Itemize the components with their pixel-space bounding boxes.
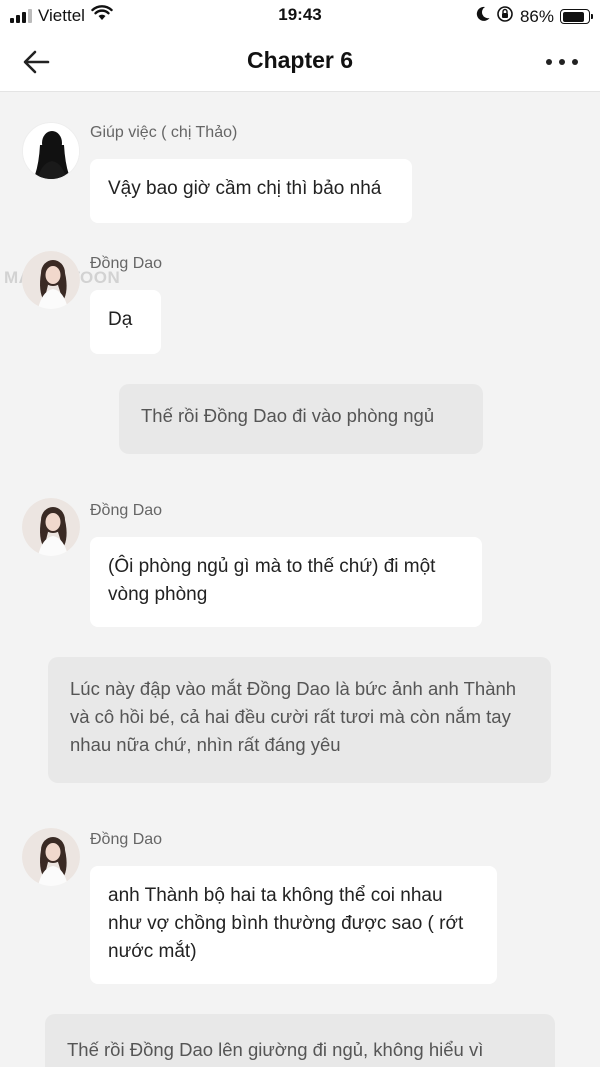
status-bar: Viettel 19:43 86% (0, 0, 600, 32)
dialogue-bubble: anh Thành bộ hai ta không thể coi nhau n… (90, 866, 497, 984)
speaker-name: Đồng Dao (90, 831, 163, 848)
status-right: 86% (476, 5, 593, 28)
nav-bar: Chapter 6 (0, 32, 600, 92)
do-not-disturb-moon-icon (476, 6, 490, 27)
dialogue-bubble: Dạ (90, 290, 161, 354)
avatar-dong-dao[interactable] (22, 251, 80, 309)
avatar-giup-viec[interactable] (22, 122, 80, 180)
page-title: Chapter 6 (246, 47, 354, 73)
dialogue-bubble: (Ôi phòng ngủ gì mà to thế chứ) đi một v… (90, 537, 482, 627)
battery-percent: 86% (519, 6, 554, 26)
narration-block: Thế rồi Đồng Dao đi vào phòng ngủ (119, 384, 483, 454)
avatar-dong-dao[interactable] (22, 828, 80, 886)
orientation-lock-icon (496, 5, 514, 28)
speaker-name: Giúp việc ( chị Thảo) (90, 124, 238, 141)
speaker-name: Đồng Dao (90, 255, 163, 272)
speaker-name: Đồng Dao (90, 502, 163, 519)
avatar-dong-dao[interactable] (22, 498, 80, 556)
more-options-icon[interactable] (546, 52, 578, 72)
dialogue-bubble: Vậy bao giờ cầm chị thì bảo nhá (90, 159, 412, 223)
narration-block: Thế rồi Đồng Dao lên giường đi ngủ, khôn… (45, 1014, 555, 1067)
battery-icon (560, 9, 593, 24)
narration-block: Lúc này đập vào mắt Đồng Dao là bức ảnh … (48, 657, 551, 783)
